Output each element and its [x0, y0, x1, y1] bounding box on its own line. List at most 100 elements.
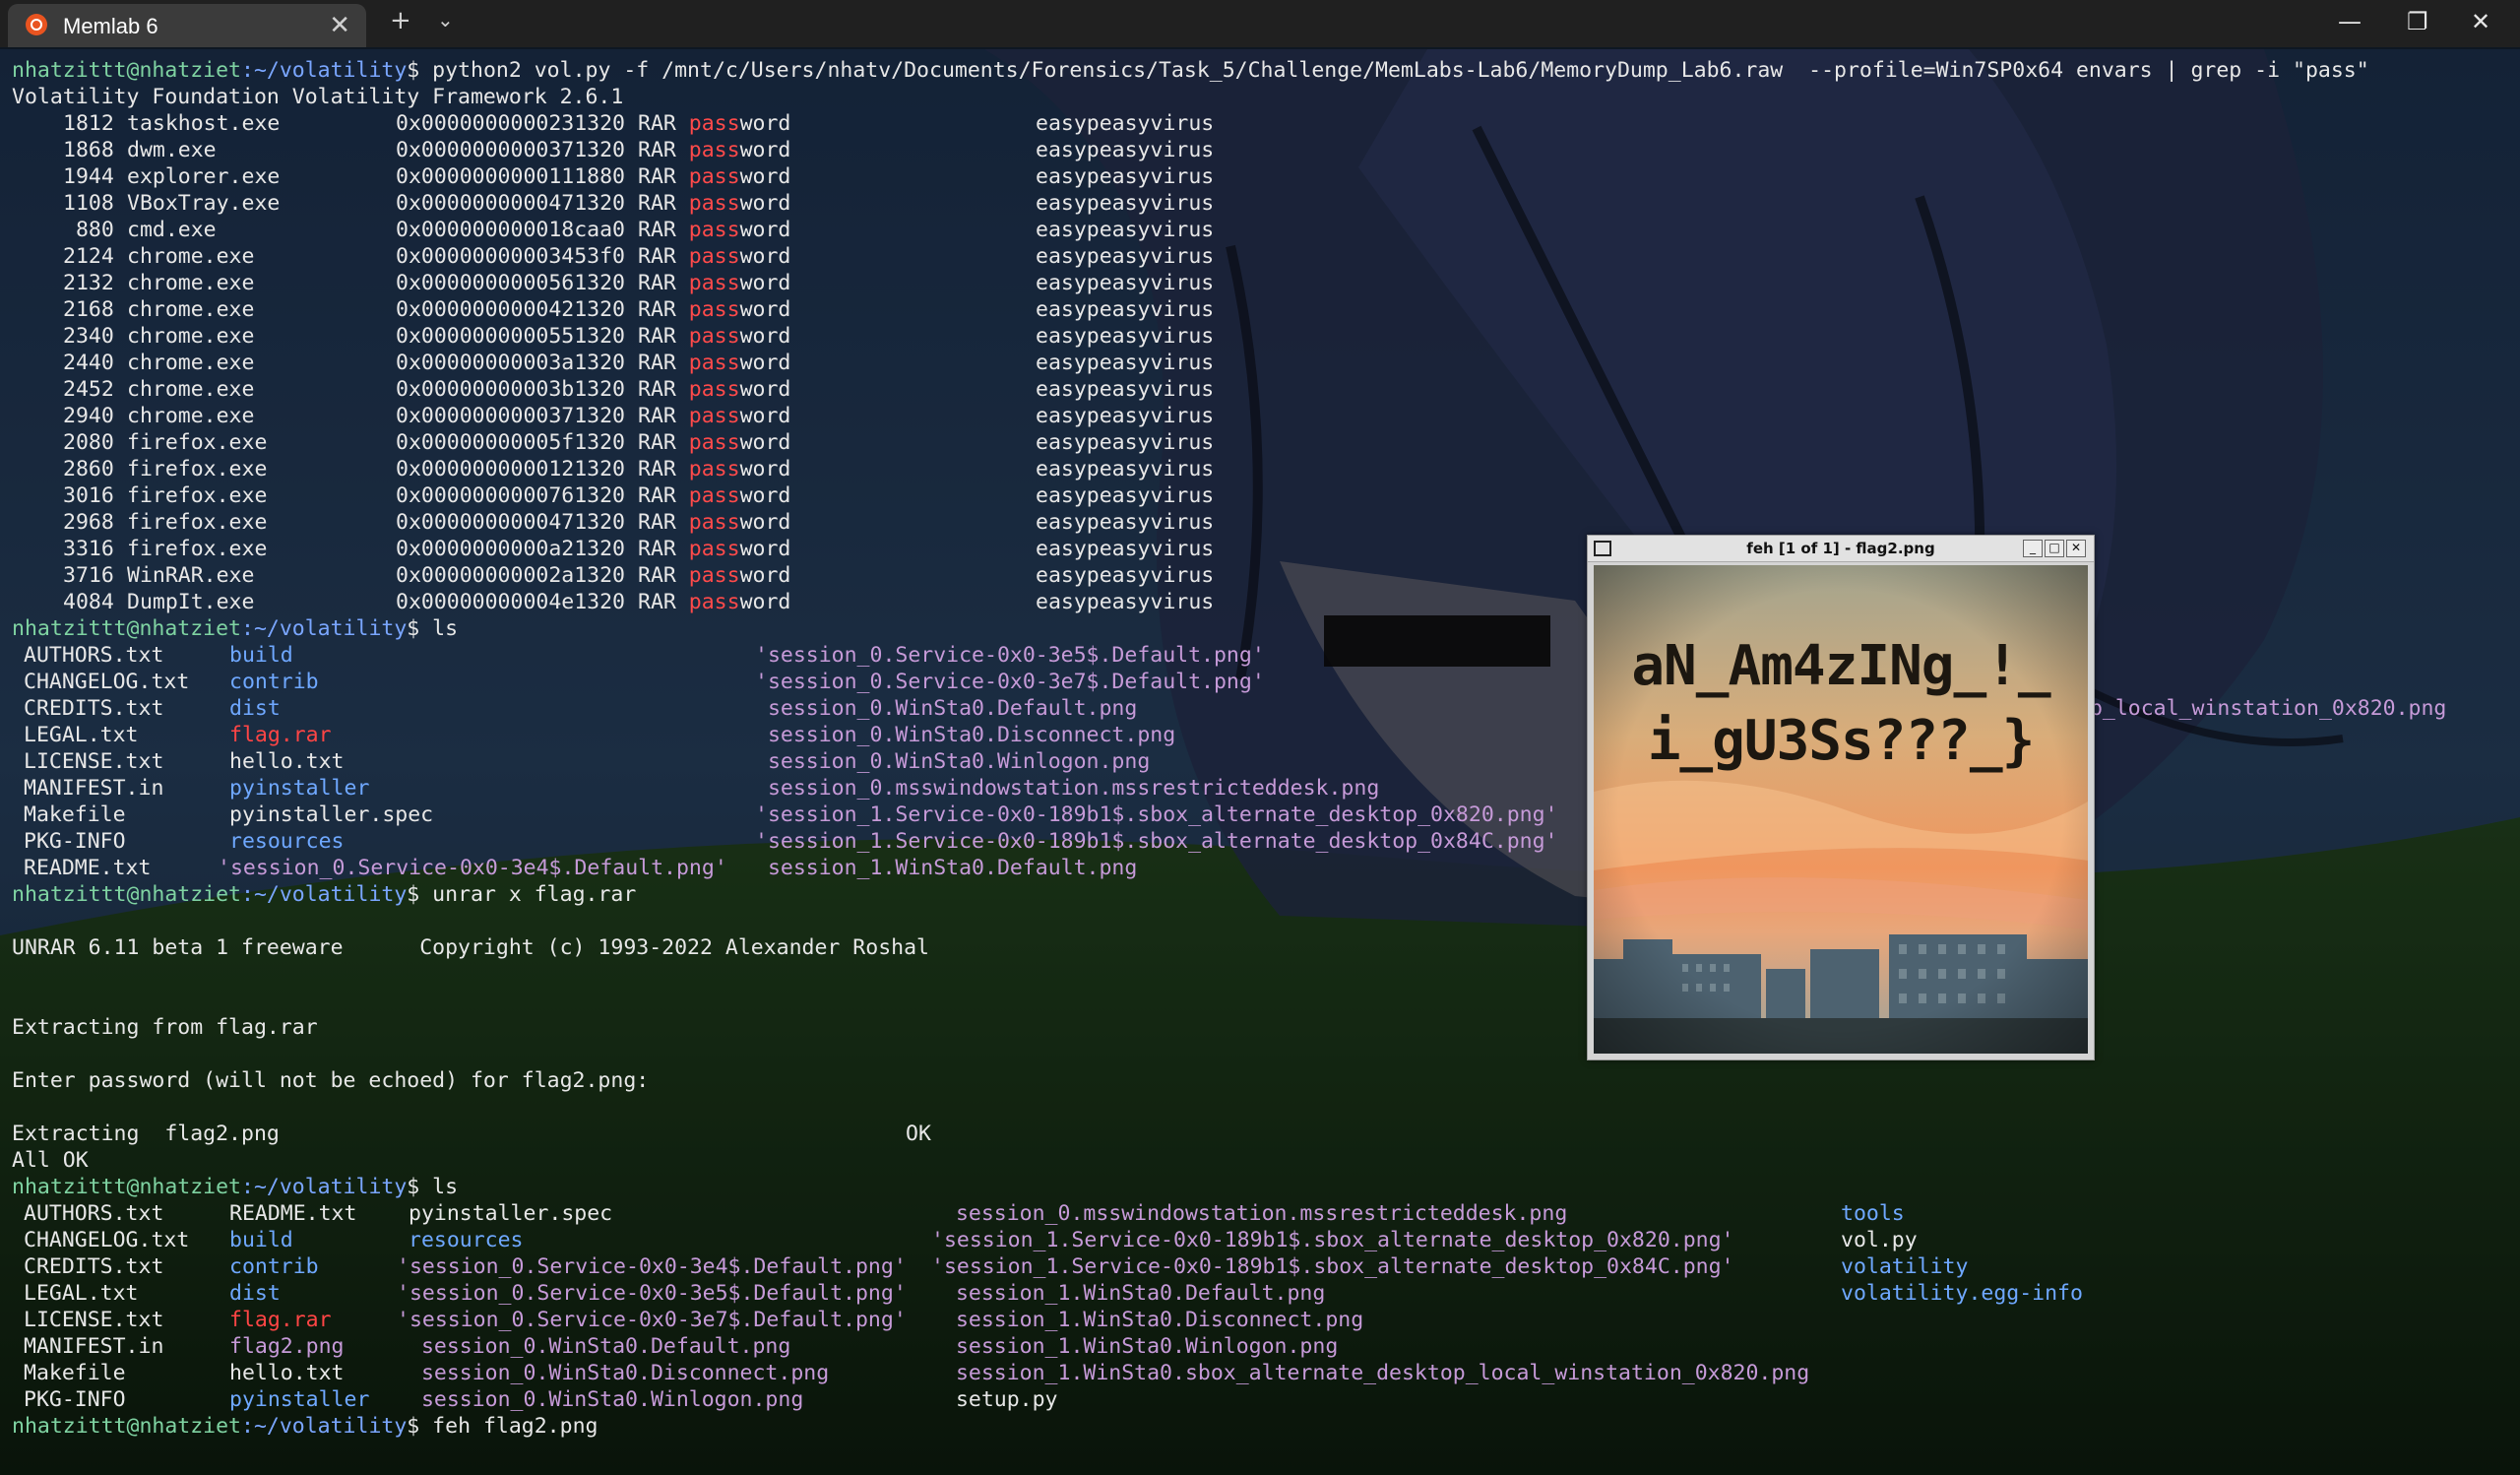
- env-variable-value: easypeasyvirus: [1036, 563, 1215, 588]
- env-variable-value: easypeasyvirus: [1036, 351, 1215, 375]
- env-variable-name: RAR password: [638, 456, 790, 482]
- ls-entry: session_0.WinSta0.Disconnect.png: [409, 1361, 830, 1385]
- feh-maximize-button[interactable]: □: [2045, 540, 2064, 557]
- grep-match-highlight: pass: [688, 404, 740, 428]
- env-variable-part: word: [739, 191, 791, 216]
- ls-entry: pyinstaller: [229, 776, 370, 801]
- env-variable-name: RAR password: [638, 376, 790, 403]
- process-name: chrome.exe: [127, 351, 255, 375]
- command-line-feh: nhatzittt@nhatziet:~/volatility$ feh fla…: [12, 1413, 598, 1440]
- env-variable-part: RAR: [638, 191, 689, 216]
- tab-memlab-6[interactable]: Memlab 6 ✕: [8, 4, 366, 47]
- env-variable-value: easypeasyvirus: [1036, 297, 1215, 322]
- env-variable-value: easypeasyvirus: [1036, 430, 1215, 455]
- grep-match-highlight: pass: [688, 218, 740, 242]
- ls-entry: flag.rar: [229, 723, 332, 747]
- prompt-path: :~/volatility: [241, 1414, 408, 1439]
- env-block-address: 0x0000000000761320: [396, 483, 625, 508]
- env-variable-name: RAR password: [638, 110, 790, 137]
- env-variable-part: RAR: [638, 218, 689, 242]
- ls-entry: session_1.WinSta0.sbox_alternate_desktop…: [943, 1361, 1810, 1385]
- env-variable-name: RAR password: [638, 323, 790, 350]
- restore-button[interactable]: ❐: [2407, 8, 2428, 35]
- ls-entry: session_1.WinSta0.Disconnect.png: [943, 1308, 1364, 1332]
- grep-match-highlight: pass: [688, 351, 740, 375]
- ls-entry: 'session_1.Service-0x0-189b1$.sbox_alter…: [755, 829, 1558, 854]
- env-block-address: 0x000000000018caa0: [396, 218, 625, 242]
- tab-dropdown-icon[interactable]: ⌄: [437, 8, 454, 32]
- env-variable-part: word: [739, 218, 791, 242]
- env-variable-part: word: [739, 324, 791, 349]
- process-pid: 880: [63, 218, 114, 242]
- ls-entry: flag2.png: [229, 1334, 345, 1359]
- ls-entry: dist: [229, 1281, 281, 1306]
- process-name: DumpIt.exe: [127, 590, 255, 614]
- process-name: VBoxTray.exe: [127, 191, 281, 216]
- ls-entry: AUTHORS.txt: [24, 643, 164, 668]
- prompt-path: :~/volatility: [241, 616, 408, 641]
- env-variable-value: easypeasyvirus: [1036, 457, 1215, 481]
- env-variable-name: RAR password: [638, 429, 790, 456]
- ls-entry: session_0.msswindowstation.mssrestricted…: [943, 1201, 1568, 1226]
- ls-entry: build: [229, 1228, 293, 1252]
- ls-entry: 'session_1.Service-0x0-189b1$.sbox_alter…: [931, 1228, 1734, 1252]
- process-name: firefox.exe: [127, 430, 268, 455]
- feh-close-button[interactable]: ✕: [2066, 540, 2086, 557]
- ls-entry: build: [229, 643, 293, 668]
- grep-match-highlight: pass: [688, 430, 740, 455]
- process-pid: 4084: [63, 590, 114, 614]
- flag-text-line-2: i_gU3Ss???_}: [1647, 709, 2036, 773]
- env-variable-part: word: [739, 297, 791, 322]
- process-pid: 2940: [63, 404, 114, 428]
- env-block-address: 0x0000000000561320: [396, 271, 625, 295]
- ls-entry: session_1.WinSta0.Default.png: [943, 1281, 1326, 1306]
- env-block-address: 0x0000000000121320: [396, 457, 625, 481]
- command-line-envars: nhatzittt@nhatziet:~/volatility$ python2…: [12, 57, 2369, 84]
- ls-entry: session_0.WinSta0.Winlogon.png: [755, 749, 1151, 774]
- env-variable-value: easypeasyvirus: [1036, 324, 1215, 349]
- env-variable-value: easypeasyvirus: [1036, 404, 1215, 428]
- env-variable-part: word: [739, 377, 791, 402]
- close-button[interactable]: ✕: [2471, 8, 2490, 35]
- env-variable-name: RAR password: [638, 137, 790, 163]
- env-variable-name: RAR password: [638, 190, 790, 217]
- feh-minimize-button[interactable]: _: [2023, 540, 2043, 557]
- env-block-address: 0x0000000000471320: [396, 191, 625, 216]
- process-pid: 1868: [63, 138, 114, 162]
- process-pid: 3016: [63, 483, 114, 508]
- ls-entry: pyinstaller: [229, 1387, 370, 1412]
- process-pid: 2132: [63, 271, 114, 295]
- env-variable-part: RAR: [638, 164, 689, 189]
- ls-entry: volatility.egg-info: [1841, 1281, 2083, 1306]
- env-variable-part: RAR: [638, 351, 689, 375]
- env-variable-part: word: [739, 430, 791, 455]
- terminal-output[interactable]: nhatzittt@nhatziet:~/volatility$ python2…: [12, 57, 2512, 1465]
- env-variable-value: easypeasyvirus: [1036, 218, 1215, 242]
- minimize-button[interactable]: —: [2338, 8, 2362, 35]
- process-name: firefox.exe: [127, 457, 268, 481]
- tab-close-icon[interactable]: ✕: [329, 11, 350, 40]
- env-block-address: 0x0000000000471320: [396, 510, 625, 535]
- ls-entry: CHANGELOG.txt: [24, 1228, 190, 1252]
- env-variable-part: RAR: [638, 510, 689, 535]
- grep-match-highlight: pass: [688, 244, 740, 269]
- env-variable-part: word: [739, 351, 791, 375]
- new-tab-button[interactable]: +: [390, 6, 411, 35]
- command-line-unrar: nhatzittt@nhatziet:~/volatility$ unrar x…: [12, 881, 636, 908]
- env-variable-name: RAR password: [638, 562, 790, 589]
- feh-image-viewer-window[interactable]: feh [1 of 1] - flag2.png _ □ ✕ aN_Am4zIN…: [1587, 535, 2095, 1060]
- env-variable-part: word: [739, 563, 791, 588]
- prompt-sign: $: [407, 616, 420, 641]
- process-name: chrome.exe: [127, 244, 255, 269]
- process-pid: 2440: [63, 351, 114, 375]
- feh-title-bar[interactable]: feh [1 of 1] - flag2.png _ □ ✕: [1588, 536, 2094, 562]
- grep-match-highlight: pass: [688, 590, 740, 614]
- env-variable-value: easypeasyvirus: [1036, 111, 1215, 136]
- env-variable-part: RAR: [638, 430, 689, 455]
- process-name: firefox.exe: [127, 510, 268, 535]
- ls-entry: LEGAL.txt: [24, 723, 139, 747]
- ls-entry: README.txt: [229, 1201, 357, 1226]
- env-variable-value: easypeasyvirus: [1036, 244, 1215, 269]
- env-variable-name: RAR password: [638, 482, 790, 509]
- env-variable-part: RAR: [638, 457, 689, 481]
